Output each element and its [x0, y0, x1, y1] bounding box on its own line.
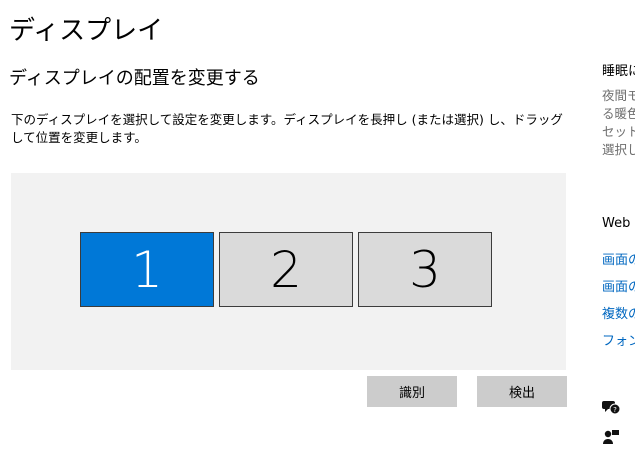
page-title: ディスプレイ [9, 16, 164, 46]
svg-text:?: ? [613, 406, 617, 414]
sleep-title: 睡眠に [602, 64, 635, 79]
display-arrangement-area: 1 2 3 [11, 173, 566, 370]
display-2[interactable]: 2 [219, 232, 353, 307]
help-link-2[interactable]: 画面の [602, 276, 635, 295]
feedback-icon[interactable] [602, 428, 620, 446]
section-title: ディスプレイの配置を変更する [9, 68, 260, 89]
display-3-label: 3 [409, 240, 441, 299]
display-1[interactable]: 1 [80, 232, 214, 307]
identify-button[interactable]: 識別 [367, 376, 457, 407]
help-link-3[interactable]: 複数の [602, 303, 635, 322]
sleep-body: 夜間モ る暖色 セット 選択し [602, 88, 635, 157]
display-1-label: 1 [131, 240, 163, 299]
help-link-4[interactable]: フォント [602, 330, 635, 349]
web-title: Web [602, 216, 631, 231]
display-2-label: 2 [270, 240, 302, 299]
get-help-icon[interactable]: ? [602, 398, 620, 416]
display-3[interactable]: 3 [358, 232, 492, 307]
description: 下のディスプレイを選択して設定を変更します。ディスプレイを長押し (または選択)… [11, 112, 563, 145]
related-settings-panel: 睡眠に 夜間モ る暖色 セット 選択し Web 画面の 画面の 複数の フォント… [602, 0, 635, 454]
detect-button[interactable]: 検出 [477, 376, 567, 407]
help-link-1[interactable]: 画面の [602, 249, 635, 268]
